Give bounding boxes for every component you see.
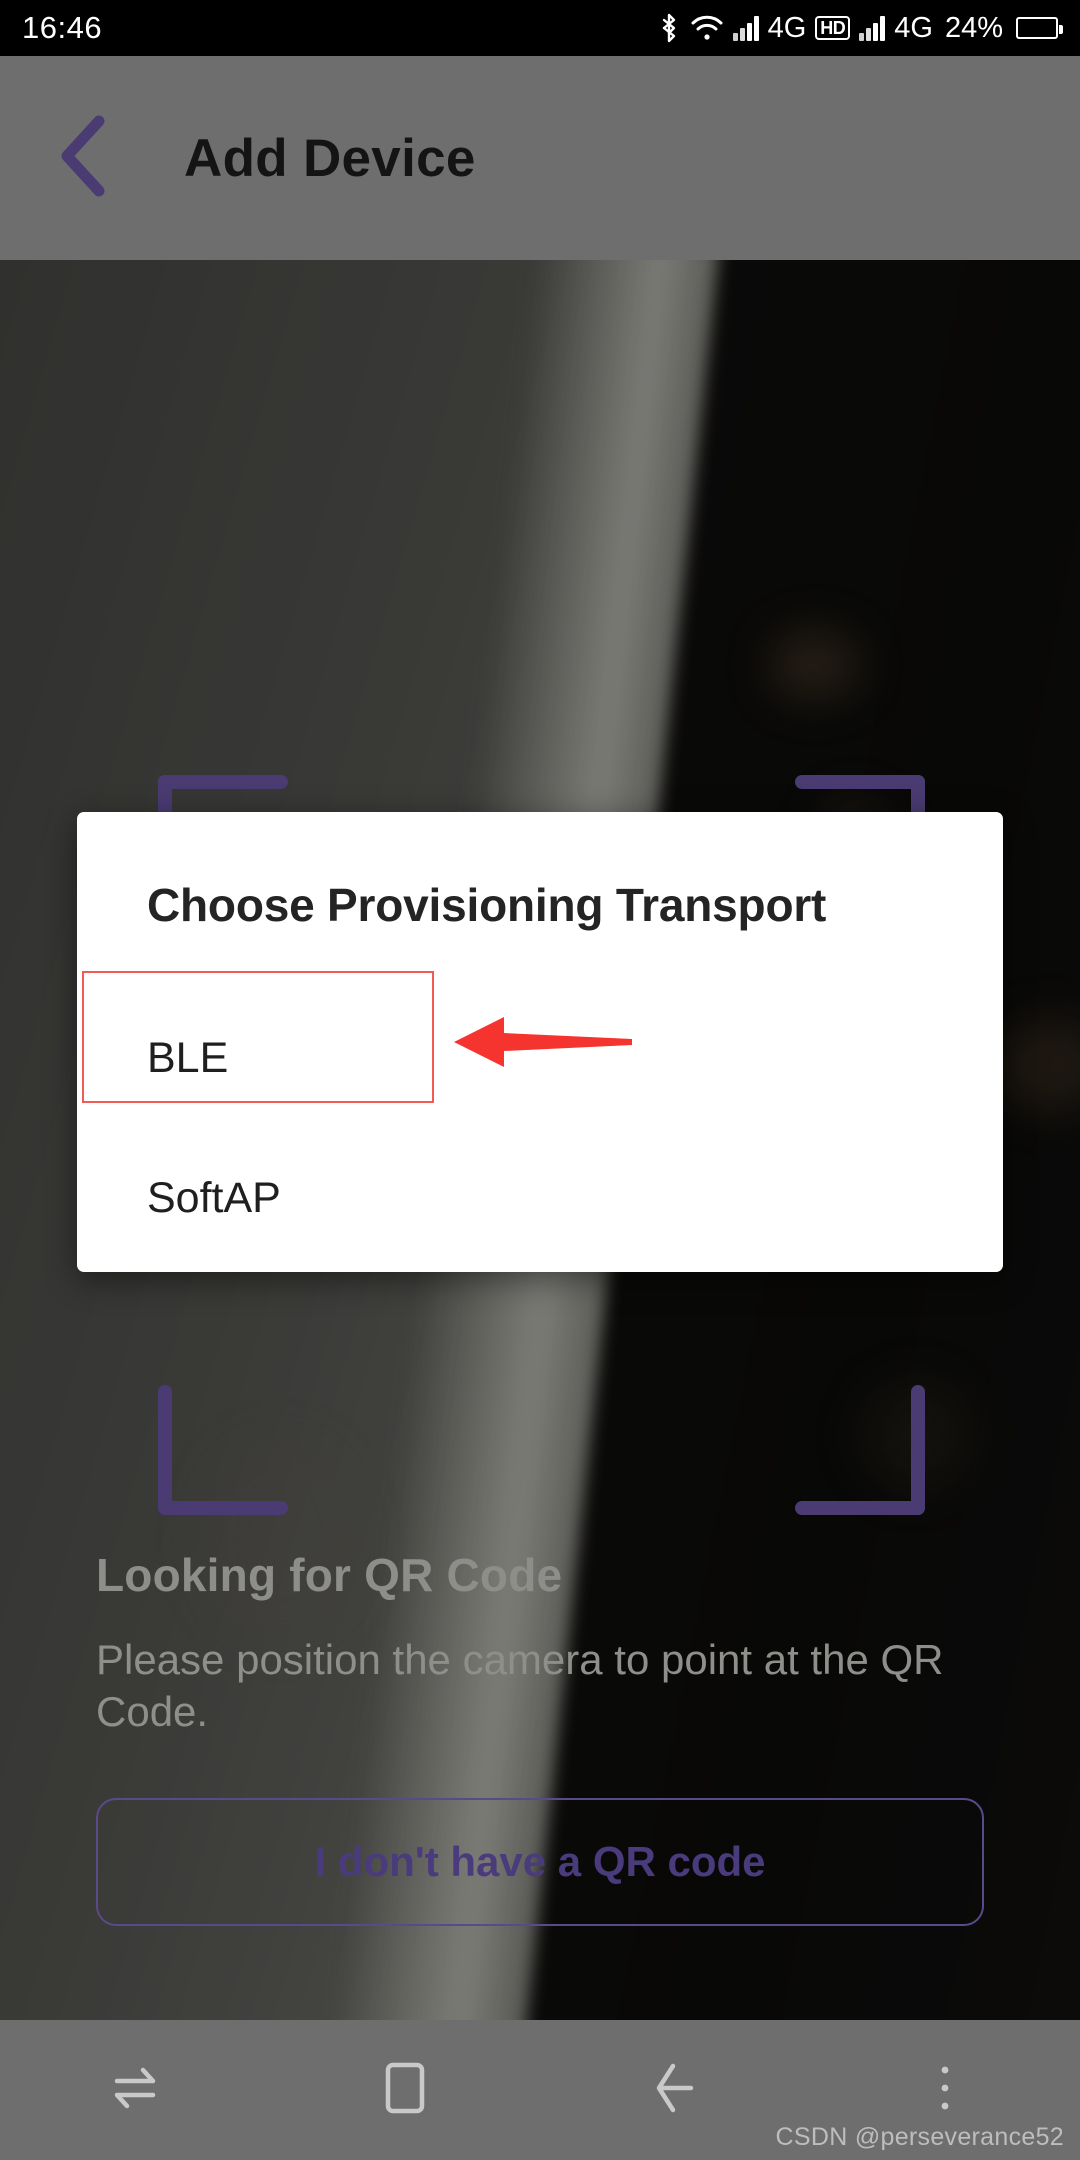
back-arrow-icon <box>647 2058 703 2123</box>
no-qr-code-button[interactable]: I don't have a QR code <box>96 1798 984 1926</box>
scan-instructions: Looking for QR Code Please position the … <box>96 1548 1016 1738</box>
overflow-menu-icon <box>935 2060 955 2121</box>
status-bar: 16:46 4G HD 4G 24% <box>0 0 1080 56</box>
scanner-corner-bottom-left <box>158 1385 288 1515</box>
status-bar-clock: 16:46 <box>22 10 103 45</box>
battery-percent-label: 24% <box>944 11 1003 44</box>
signal-bars-icon-2 <box>859 15 886 41</box>
scanner-corner-bottom-right <box>795 1385 925 1515</box>
no-qr-code-button-label: I don't have a QR code <box>314 1838 766 1885</box>
bluetooth-icon <box>657 12 681 44</box>
chevron-left-icon <box>53 113 115 204</box>
scan-heading: Looking for QR Code <box>96 1549 563 1601</box>
scan-description: Please position the camera to point at t… <box>96 1636 944 1736</box>
network-type-label-1: 4G <box>767 11 807 44</box>
status-bar-icons: 4G HD 4G 24% <box>657 11 1063 45</box>
back-button[interactable] <box>24 98 144 218</box>
battery-icon <box>1016 17 1063 39</box>
watermark: CSDN @perseverance52 <box>775 2123 1064 2151</box>
dialog-option-softap[interactable]: SoftAP <box>147 1174 281 1223</box>
recent-apps-square-icon <box>380 2060 430 2121</box>
network-type-label-2: 4G <box>894 11 933 44</box>
swap-arrows-icon <box>107 2060 163 2121</box>
nav-swap-button[interactable] <box>0 2020 270 2160</box>
signal-bars-icon <box>732 15 759 41</box>
nav-recent-apps-button[interactable] <box>270 2020 540 2160</box>
wifi-icon <box>690 13 724 43</box>
red-highlight-box <box>82 971 434 1103</box>
dialog-title: Choose Provisioning Transport <box>147 879 827 931</box>
red-pointer-arrow <box>452 1012 634 1072</box>
nav-back-button[interactable] <box>540 2020 810 2160</box>
phone-screen: 16:46 4G HD 4G 24% Add Device Looking fo… <box>0 0 1080 2160</box>
page-title: Add Device <box>184 128 476 188</box>
hd-badge-icon: HD <box>815 16 851 40</box>
app-bar: Add Device <box>0 56 1080 260</box>
